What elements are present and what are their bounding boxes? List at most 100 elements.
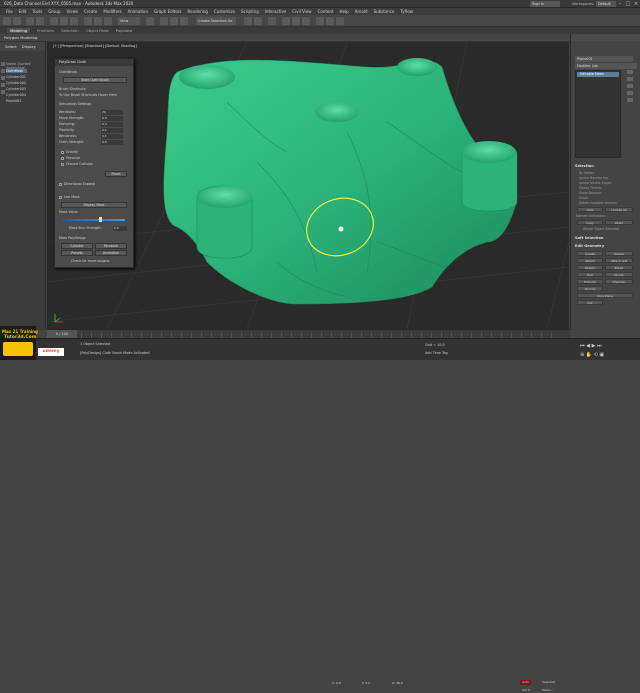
paste-button[interactable]: Paste <box>605 220 633 225</box>
add-time-tag[interactable]: Add Time Tag <box>425 351 448 355</box>
make-unique-icon[interactable] <box>627 84 633 88</box>
filter-cameras-icon[interactable] <box>1 83 5 87</box>
scale-icon[interactable] <box>104 17 112 25</box>
menu-item[interactable]: Content <box>318 9 334 14</box>
scene-item[interactable]: Plane001 <box>6 99 21 103</box>
chamfer-button[interactable]: Chamfer <box>605 279 633 284</box>
timeline[interactable]: 0 / 100 <box>47 329 570 338</box>
scene-item[interactable]: Cylinder004 <box>6 93 26 97</box>
modifier-list-dropdown[interactable]: Modifier List <box>575 63 637 69</box>
menu-item[interactable]: Modifiers <box>103 9 121 14</box>
menu-item[interactable]: Customize <box>214 9 235 14</box>
ribbon-tab[interactable]: Selection <box>61 28 79 33</box>
menu-item[interactable]: Views <box>67 9 79 14</box>
cylinder-top[interactable] <box>315 102 359 122</box>
gravity-checkbox[interactable] <box>61 151 64 154</box>
curve-editor-icon[interactable] <box>282 17 290 25</box>
schematic-icon[interactable] <box>292 17 300 25</box>
menu-item[interactable]: Rendering <box>188 9 208 14</box>
ignore-visible-option[interactable]: Ignore Visible Edges <box>579 181 611 185</box>
hide-button[interactable]: Hide <box>577 207 603 212</box>
percent-snap-icon[interactable] <box>180 17 188 25</box>
tab-display[interactable]: Display <box>22 44 36 49</box>
pin-stack-icon[interactable] <box>627 70 633 74</box>
turn-button[interactable]: Turn <box>577 272 603 277</box>
object-name-field[interactable]: Plane001 <box>575 56 633 62</box>
maximize-icon[interactable]: □ <box>624 0 632 8</box>
y-coordinate[interactable]: Y: 0.0 <box>360 681 373 686</box>
menu-item[interactable]: File <box>6 9 13 14</box>
viewport-nav-icons[interactable]: ⊕ ✋ ⟲ ▣ <box>580 352 604 358</box>
unhide-all-button[interactable]: Unhide All <box>605 207 633 212</box>
copy-button[interactable]: Copy <box>577 220 603 225</box>
break-button[interactable]: Break <box>605 265 633 270</box>
sign-in-button[interactable]: Sign In <box>530 1 560 7</box>
align-icon[interactable] <box>254 17 262 25</box>
angle-snap-icon[interactable] <box>170 17 178 25</box>
create-button[interactable]: Create <box>577 251 603 256</box>
select-object-icon[interactable] <box>50 17 58 25</box>
select-by-name-icon[interactable] <box>60 17 68 25</box>
divide-button[interactable]: Divide <box>605 272 633 277</box>
menu-item[interactable]: Create <box>84 9 97 14</box>
cut-button[interactable]: Cut <box>577 300 603 305</box>
x-coordinate[interactable]: X: 0.0 <box>330 681 343 686</box>
viewport-label[interactable]: [+] [Perspective] [Standard] [Default Sh… <box>53 44 137 48</box>
menu-item[interactable]: Tools <box>32 9 42 14</box>
playback-controls-icon[interactable]: ⏮ ◀ ▶ ⏭ <box>580 343 601 349</box>
key-filters-button[interactable]: Filters... <box>540 688 556 693</box>
menu-item[interactable]: Civil View <box>292 9 311 14</box>
mask-value-knob[interactable] <box>98 217 102 222</box>
plasticity-spinner[interactable]: 0.1 <box>101 128 123 133</box>
cylinder-button[interactable]: Cylinder <box>61 243 93 249</box>
menu-item[interactable]: Tyflow <box>400 9 412 14</box>
pivot-icon[interactable] <box>146 17 154 25</box>
filter-lights-icon[interactable] <box>1 76 5 80</box>
delete-isolated-option[interactable]: Delete Isolated Vertices <box>579 201 617 205</box>
ribbon-tab[interactable]: Populate <box>116 28 133 33</box>
command-panel-tabs[interactable] <box>571 34 640 41</box>
dialog-title[interactable]: PolyDraw Cloth <box>55 59 133 66</box>
undo-icon[interactable] <box>3 17 11 25</box>
filter-geometry-icon[interactable] <box>1 62 5 66</box>
menu-item[interactable]: Substance <box>374 9 395 14</box>
remove-modifier-icon[interactable] <box>627 91 633 95</box>
reference-coord-dropdown[interactable]: View <box>118 17 140 25</box>
render-icon[interactable] <box>336 17 344 25</box>
menu-item[interactable]: Graph Editors <box>154 9 181 14</box>
move-icon[interactable] <box>84 17 92 25</box>
filter-helpers-icon[interactable] <box>1 90 5 94</box>
by-vertex-option[interactable]: By Vertex <box>579 171 594 175</box>
modifier-stack-item[interactable]: Editable Mesh <box>577 72 619 77</box>
attach-button[interactable]: Attach <box>577 258 603 263</box>
render-setup-icon[interactable] <box>316 17 324 25</box>
configure-icon[interactable] <box>627 98 633 102</box>
menu-item[interactable]: Arnold <box>355 9 368 14</box>
presets-button[interactable]: Presets <box>61 250 93 256</box>
directional-expand-checkbox[interactable] <box>59 183 62 186</box>
scene-item[interactable]: ClothMesh <box>6 69 28 73</box>
close-icon[interactable]: × <box>632 0 640 8</box>
mirror-icon[interactable] <box>244 17 252 25</box>
set-key-button[interactable]: Set K. <box>520 688 533 693</box>
show-end-result-icon[interactable] <box>627 77 633 81</box>
snap-icon[interactable] <box>160 17 168 25</box>
cylinder-top[interactable] <box>179 65 235 89</box>
damping-spinner[interactable]: 0.3 <box>101 122 123 127</box>
rotate-icon[interactable] <box>94 17 102 25</box>
start-cloth-brush-button[interactable]: Start Cloth Brush <box>63 77 127 83</box>
mask-value-slider[interactable] <box>63 219 125 221</box>
z-coordinate[interactable]: Z: 36.0 <box>390 681 405 686</box>
menu-item[interactable]: Help <box>339 9 348 14</box>
display-mask-button[interactable]: Display Mask <box>61 202 127 208</box>
rect-selection-icon[interactable] <box>70 17 78 25</box>
cylinder-top[interactable] <box>462 141 516 163</box>
cylinder-top[interactable] <box>397 58 437 76</box>
minimize-icon[interactable]: – <box>616 0 624 8</box>
auto-key-button[interactable]: Auto <box>520 680 531 685</box>
workspaces-dropdown[interactable]: Default <box>596 1 616 7</box>
material-editor-icon[interactable] <box>302 17 310 25</box>
edit-geometry-rollout[interactable]: Edit Geometry <box>575 244 604 248</box>
ignore-backfacing-option[interactable]: Ignore Backfacing <box>579 176 608 180</box>
selection-rollout[interactable]: Selection <box>575 164 594 168</box>
